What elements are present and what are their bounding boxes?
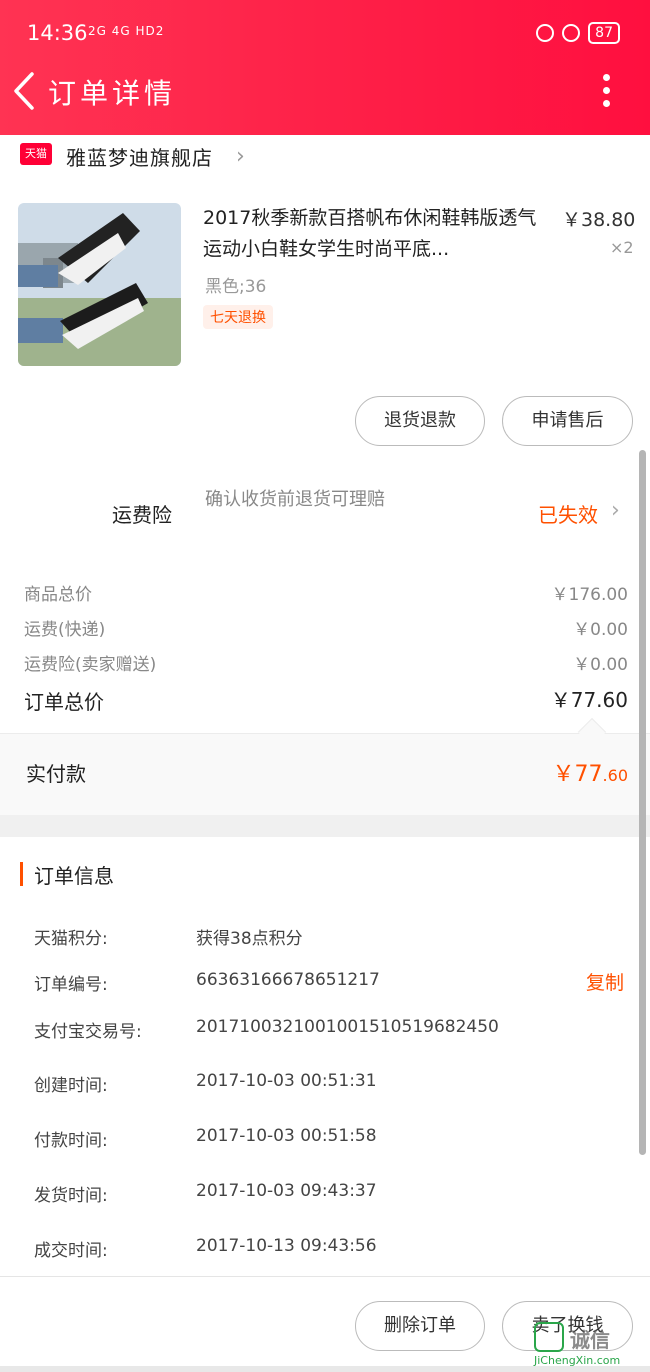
order-total-value: ￥77.60 bbox=[550, 688, 628, 712]
product-quantity: ×2 bbox=[610, 238, 634, 257]
chevron-right-icon[interactable]: › bbox=[611, 498, 620, 523]
section-divider bbox=[0, 815, 650, 837]
paid-currency: ￥ bbox=[552, 762, 575, 787]
fee-label-goods: 商品总价 bbox=[24, 585, 92, 605]
back-arrow-icon[interactable] bbox=[8, 70, 42, 112]
info-value-shipped: 2017-10-03 09:43:37 bbox=[196, 1181, 377, 1201]
delete-order-button[interactable]: 删除订单 bbox=[355, 1301, 485, 1351]
status-icons: 87 bbox=[536, 22, 620, 44]
paid-amount-value: ￥77.60 bbox=[553, 756, 628, 788]
fee-value-insurance: ￥0.00 bbox=[573, 655, 628, 675]
page-title: 订单详情 bbox=[48, 77, 177, 110]
scrollbar[interactable] bbox=[639, 450, 646, 1155]
shipping-insurance-description: 确认收货前退货可理赔 bbox=[205, 489, 385, 510]
info-label-completed: 成交时间: bbox=[34, 1241, 108, 1261]
paid-amount-label: 实付款 bbox=[26, 762, 86, 786]
info-label-created: 创建时间: bbox=[34, 1076, 108, 1096]
fee-label-shipping: 运费(快递) bbox=[24, 620, 106, 640]
shop-row[interactable]: 天猫 雅蓝梦迪旗舰店 › bbox=[0, 135, 650, 175]
order-total-label: 订单总价 bbox=[24, 690, 104, 714]
status-time: 14:36 bbox=[27, 21, 88, 45]
after-sale-button[interactable]: 申请售后 bbox=[502, 396, 633, 446]
info-label-paid: 付款时间: bbox=[34, 1131, 108, 1151]
watermark-logo: 诚信 JiChengXin.com bbox=[534, 1322, 646, 1368]
info-value-alipay-number: 2017100321001001510519682450 bbox=[196, 1017, 499, 1037]
fee-label-insurance: 运费险(卖家赠送) bbox=[24, 655, 157, 675]
shipping-insurance-label: 运费险 bbox=[112, 503, 172, 527]
paid-integer: 77 bbox=[574, 762, 603, 787]
info-value-paid: 2017-10-03 00:51:58 bbox=[196, 1126, 377, 1146]
product-sku: 黑色;36 bbox=[205, 277, 267, 297]
fee-value-goods: ￥176.00 bbox=[551, 585, 628, 605]
chevron-right-icon: › bbox=[236, 144, 245, 169]
signal-indicator: 2G 4G HD2 bbox=[88, 24, 165, 38]
shop-name: 雅蓝梦迪旗舰店 bbox=[66, 146, 213, 170]
info-value-points: 获得38点积分 bbox=[196, 929, 303, 949]
paid-decimal: .60 bbox=[602, 766, 628, 785]
product-price: ￥38.80 bbox=[562, 209, 636, 231]
tmall-badge-icon: 天猫 bbox=[20, 143, 52, 165]
app-header: 14:36 2G 4G HD2 87 订单详情 bbox=[0, 0, 650, 135]
info-value-completed: 2017-10-13 09:43:56 bbox=[196, 1236, 377, 1256]
product-title[interactable]: 2017秋季新款百搭帆布休闲鞋韩版透气运动小白鞋女学生时尚平底... bbox=[203, 203, 549, 265]
fee-value-shipping: ￥0.00 bbox=[573, 620, 628, 640]
watermark-box-icon bbox=[534, 1322, 564, 1352]
order-info-title: 订单信息 bbox=[34, 864, 114, 888]
shipping-insurance-status[interactable]: 已失效 bbox=[538, 499, 598, 528]
battery-icon: 87 bbox=[588, 22, 620, 44]
refund-button[interactable]: 退货退款 bbox=[355, 396, 485, 446]
return-policy-tag: 七天退换 bbox=[203, 305, 273, 329]
info-label-points: 天猫积分: bbox=[34, 929, 108, 949]
more-menu-icon[interactable] bbox=[600, 74, 612, 110]
section-accent-bar bbox=[20, 862, 23, 886]
copy-order-number-button[interactable]: 复制 bbox=[586, 968, 624, 995]
info-label-shipped: 发货时间: bbox=[34, 1186, 108, 1206]
watermark-text: 诚信 bbox=[570, 1328, 610, 1352]
system-nav-edge bbox=[0, 1366, 650, 1372]
product-image[interactable] bbox=[18, 203, 181, 366]
info-value-created: 2017-10-03 00:51:31 bbox=[196, 1071, 377, 1091]
alarm-icon bbox=[562, 24, 581, 42]
info-label-alipay-number: 支付宝交易号: bbox=[34, 1022, 142, 1042]
info-value-order-number: 66363166678651217 bbox=[196, 970, 380, 990]
lock-rotation-icon bbox=[536, 24, 555, 42]
info-label-order-number: 订单编号: bbox=[34, 975, 108, 995]
